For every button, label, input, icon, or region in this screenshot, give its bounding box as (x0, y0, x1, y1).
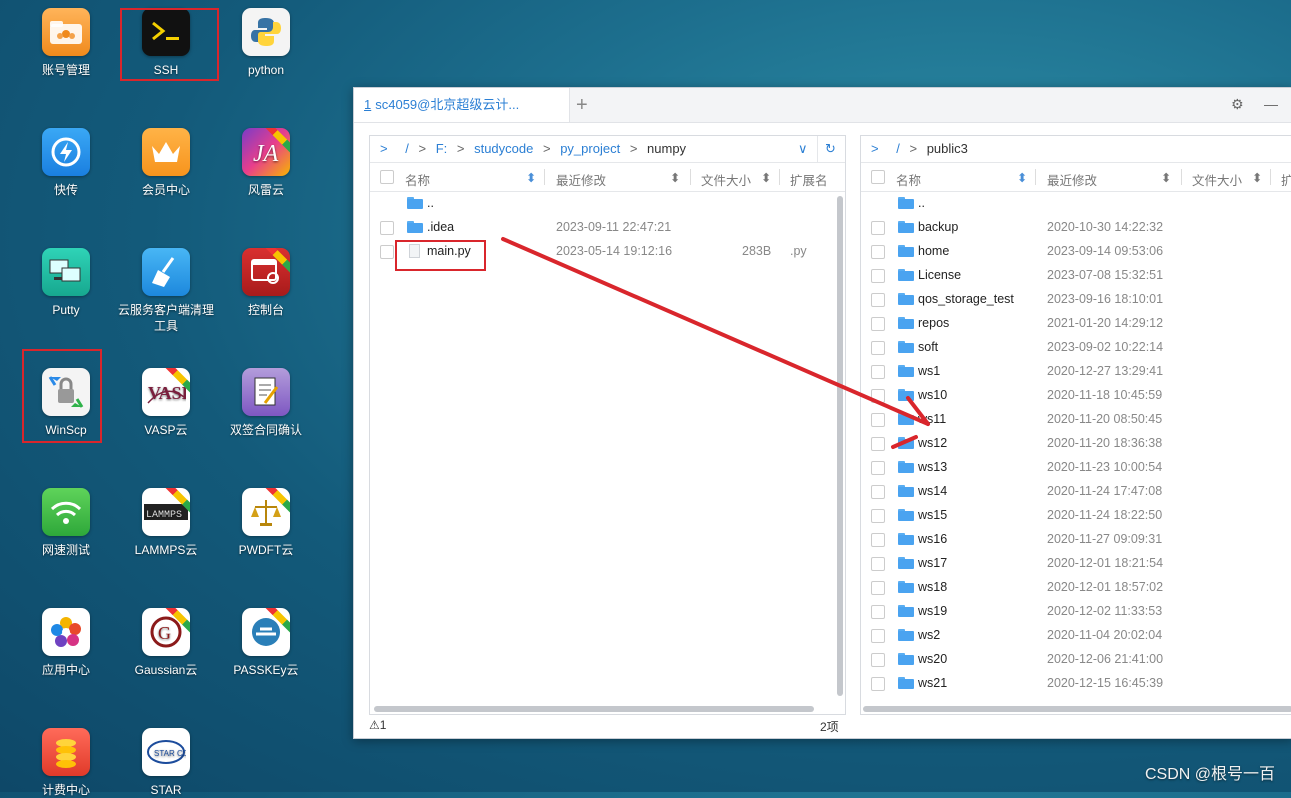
watermark: CSDN @根号一百 (1144, 766, 1275, 783)
arrow-head (891, 435, 918, 449)
arrow-line (501, 237, 930, 426)
drag-arrow-annotation (501, 237, 930, 449)
